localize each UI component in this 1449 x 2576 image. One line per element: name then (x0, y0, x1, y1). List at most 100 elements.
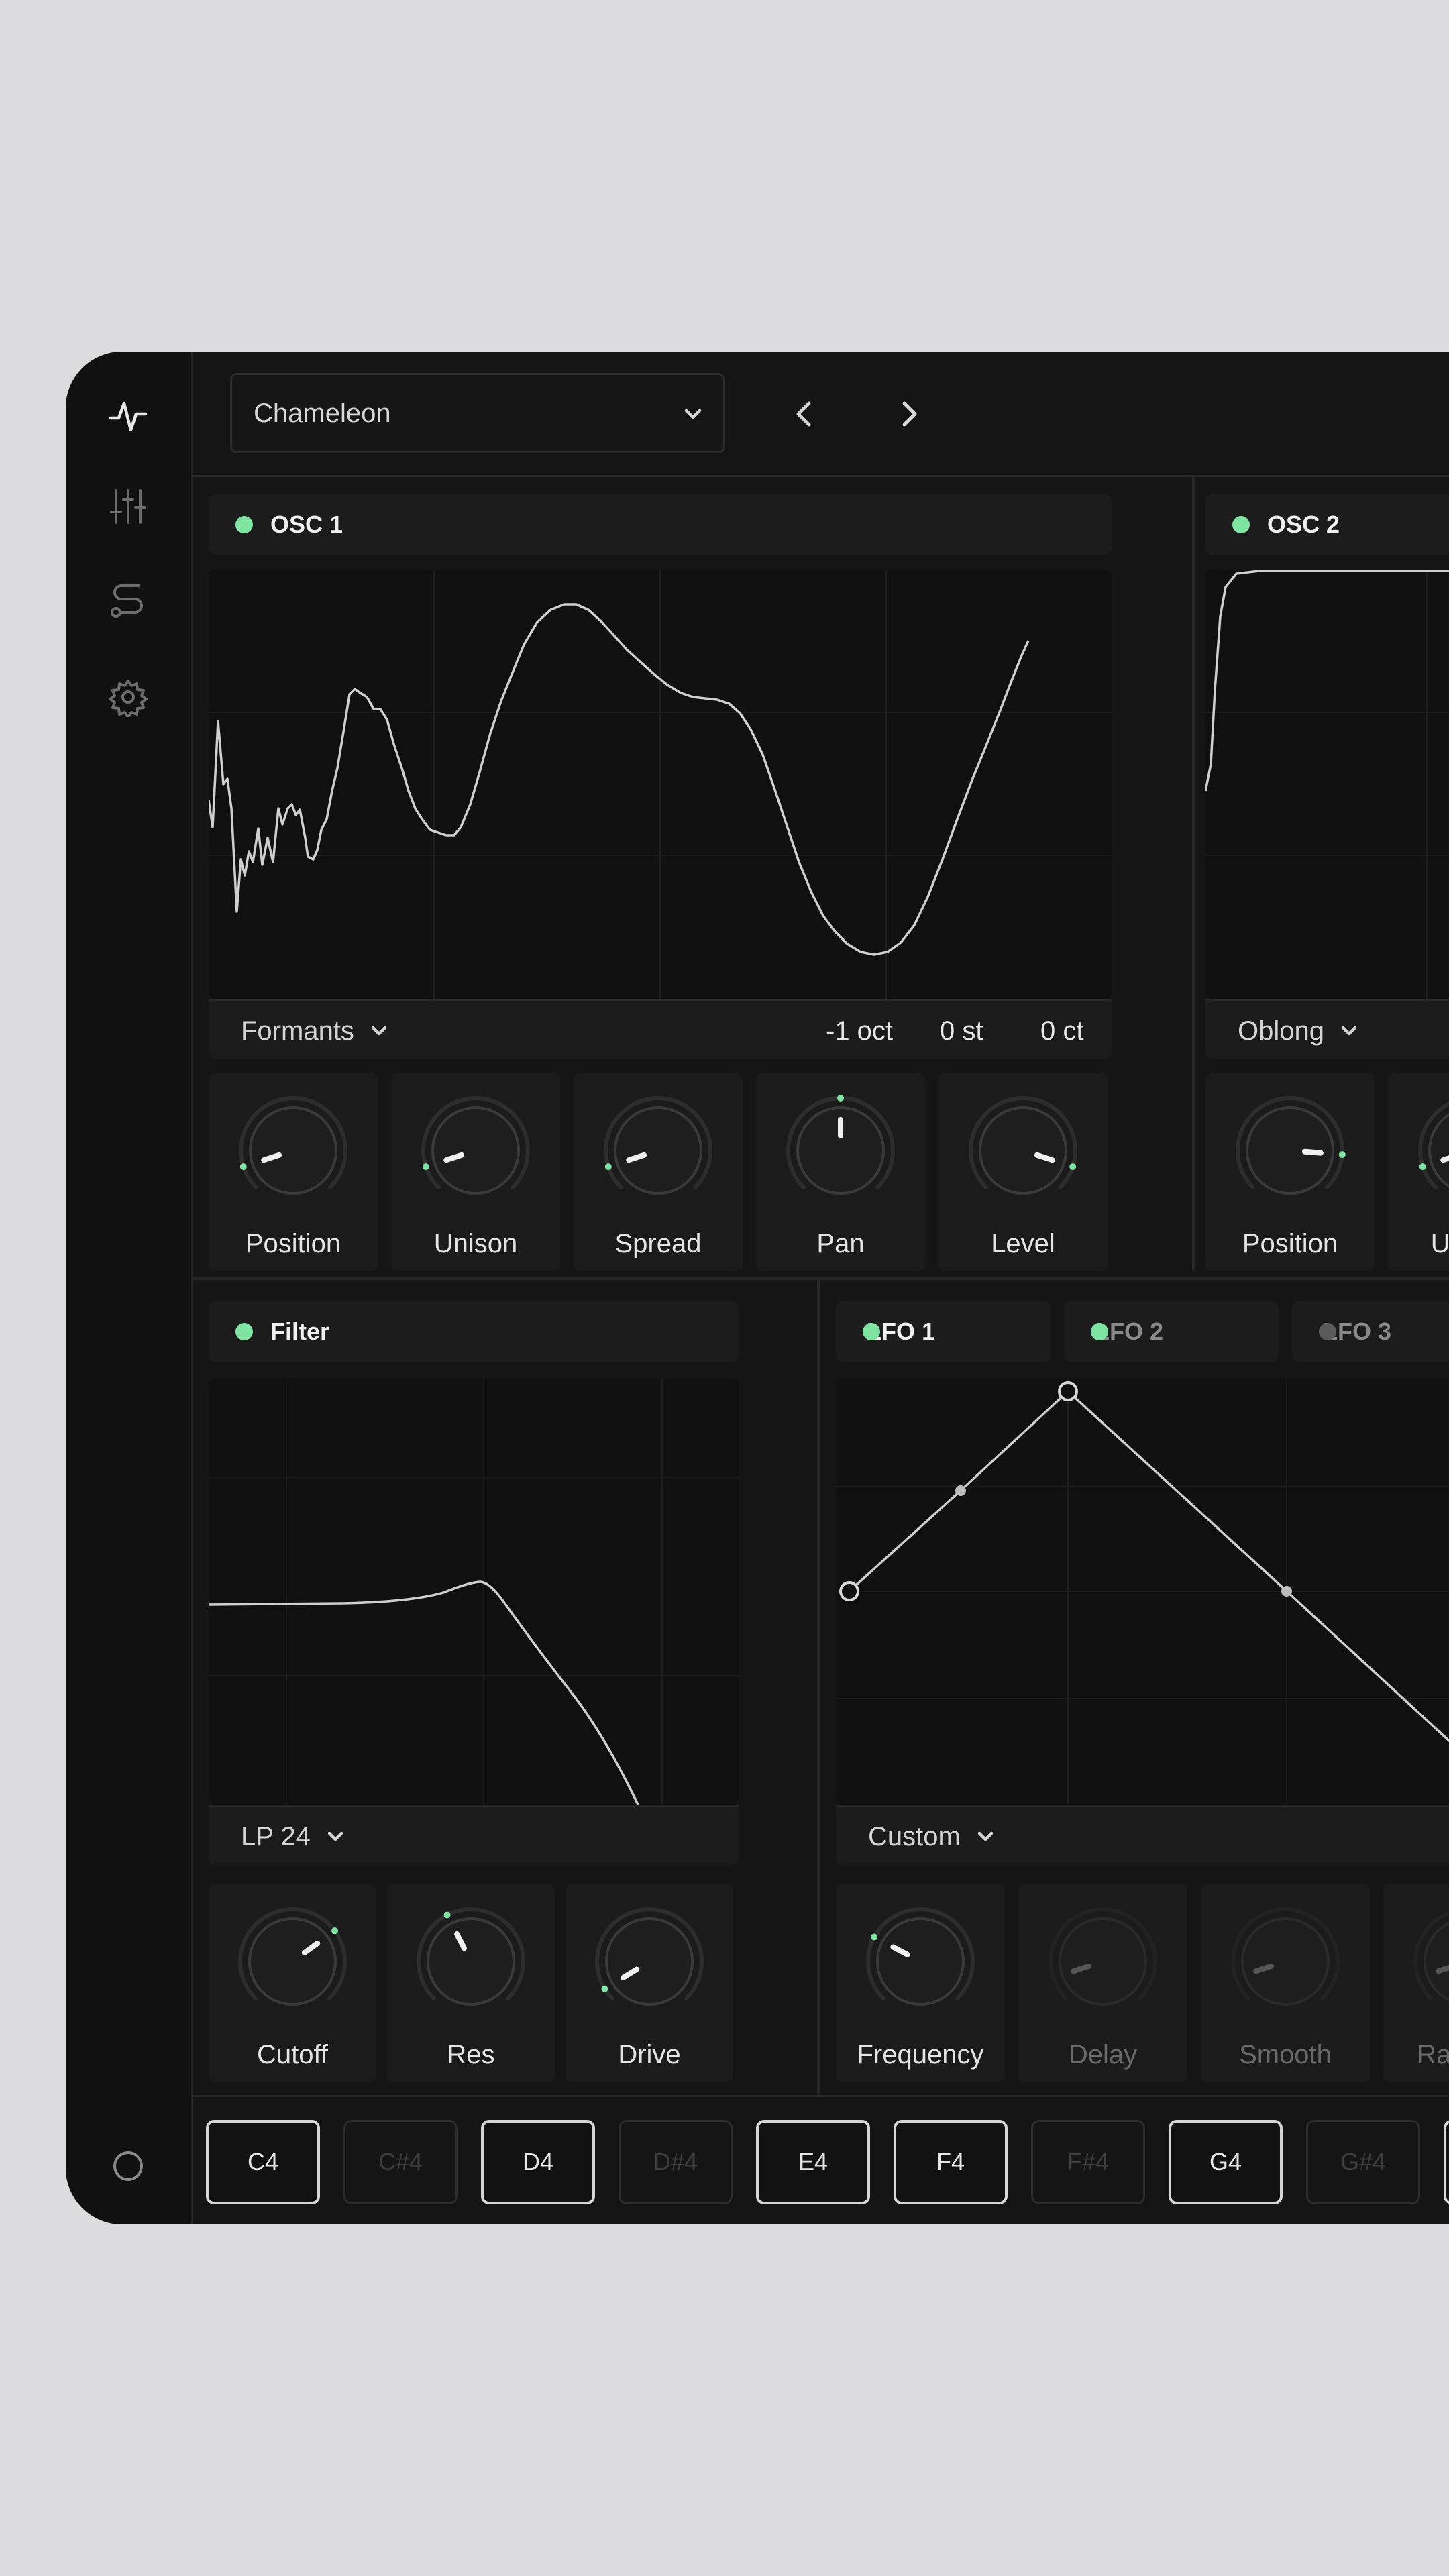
preset-name: Chameleon (254, 398, 391, 428)
filter-enabled-indicator[interactable] (235, 1323, 253, 1340)
osc2-header[interactable]: OSC 2 (1205, 494, 1449, 555)
previous-preset-button[interactable] (775, 384, 835, 444)
chevron-down-icon (977, 1831, 994, 1841)
osc2-waveform-display[interactable] (1205, 570, 1449, 999)
osc2-waveform-selector[interactable]: Oblong (1238, 1001, 1359, 1061)
circle-icon[interactable] (98, 2136, 158, 2196)
next-preset-button[interactable] (878, 384, 938, 444)
osc2-knob-position[interactable]: Position (1205, 1073, 1375, 1271)
chevron-down-icon (371, 1026, 387, 1036)
osc1-title: OSC 1 (270, 511, 343, 538)
chevron-down-icon (327, 1831, 343, 1841)
osc1-cents[interactable]: 0 ct (1040, 1001, 1083, 1061)
chevron-down-icon (684, 409, 702, 419)
osc1-knob-label: Spread (614, 1229, 702, 1258)
key-c-sharp4[interactable]: C#4 (343, 2120, 458, 2204)
note-keyboard: C4 C#4 D4 D#4 E4 F4 F#4 G4 G#4 (193, 2095, 1449, 2224)
osc1-control-strip: Formants -1 oct 0 st 0 ct (209, 999, 1112, 1059)
lfo-shape-editor[interactable] (836, 1378, 1449, 1805)
filter-title: Filter (270, 1318, 330, 1345)
filter-type-label: LP 24 (241, 1821, 311, 1851)
filter-knob-label: Cutoff (257, 2040, 328, 2070)
lfo-curve-handle[interactable] (955, 1485, 966, 1496)
side-rail (66, 352, 193, 2224)
osc1-knob-spread[interactable]: Spread (574, 1073, 743, 1271)
osc1-knob-label: Level (991, 1229, 1055, 1258)
osc1-waveform-display[interactable] (209, 570, 1112, 999)
osc1-knob-label: Position (245, 1229, 341, 1258)
sliders-icon[interactable] (98, 476, 158, 537)
chevron-left-icon (796, 401, 811, 427)
tab-lfo-1[interactable]: LFO 1 (836, 1301, 1051, 1362)
lfo-enabled-indicator (863, 1323, 880, 1340)
lfo-enabled-indicator (1091, 1323, 1108, 1340)
gear-icon[interactable] (98, 667, 158, 727)
lfo-knob-label: Smooth (1239, 2040, 1332, 2070)
filter-control-strip: LP 24 (209, 1805, 739, 1865)
osc2-control-strip: Oblong (1205, 999, 1449, 1059)
lfo-node[interactable] (839, 1581, 859, 1601)
key-d4[interactable]: D4 (481, 2120, 595, 2204)
key-g-sharp4[interactable]: G#4 (1306, 2120, 1420, 2204)
preset-dropdown[interactable]: Chameleon (230, 373, 725, 453)
filter-knob-label: Res (447, 2040, 495, 2070)
chevron-down-icon (1341, 1026, 1357, 1036)
filter-panel: Filter LP 24 Cutoff Res Drive (193, 1280, 817, 2095)
lfo-knob-label: Delay (1068, 2040, 1138, 2070)
top-bar: Chameleon (193, 352, 1449, 477)
osc1-waveform-label: Formants (241, 1016, 354, 1046)
osc1-semitone[interactable]: 0 st (940, 1001, 983, 1061)
osc1-knob-pan[interactable]: Pan (756, 1073, 925, 1271)
lfo-knob-delay[interactable]: Delay (1018, 1884, 1187, 2082)
filter-knob-cutoff[interactable]: Cutoff (209, 1884, 376, 2082)
osc1-knob-label: Pan (816, 1229, 865, 1258)
osc2-knob-label: Unison (1430, 1229, 1449, 1258)
osc1-octave[interactable]: -1 oct (826, 1001, 893, 1061)
lfo-shape-selector[interactable]: Custom (868, 1807, 996, 1867)
lfo-knob-frequency[interactable]: Frequency (836, 1884, 1005, 2082)
osc1-knob-level[interactable]: Level (938, 1073, 1108, 1271)
key-f4[interactable]: F4 (894, 2120, 1008, 2204)
key-e4[interactable]: E4 (756, 2120, 870, 2204)
key-c4[interactable]: C4 (206, 2120, 320, 2204)
osc2-knob-label: Position (1242, 1229, 1338, 1258)
synth-window: Chameleon OSC 1 Formants -1 oct 0 st 0 c… (66, 352, 1449, 2224)
osc1-panel: OSC 1 Formants -1 oct 0 st 0 ct Position… (193, 477, 1192, 1277)
osc1-knob-unison[interactable]: Unison (391, 1073, 560, 1271)
key-d-sharp4[interactable]: D#4 (619, 2120, 733, 2204)
lfo-knob-label: Random (1417, 2040, 1449, 2070)
osc1-header[interactable]: OSC 1 (209, 494, 1112, 555)
filter-knob-label: Drive (618, 2040, 681, 2070)
osc2-waveform-label: Oblong (1238, 1016, 1324, 1046)
filter-header[interactable]: Filter (209, 1301, 739, 1362)
lfo-panel: LFO 1 LFO 2 LFO 3 Custom Frequency Delay… (820, 1280, 1449, 2095)
lfo-enabled-indicator (1319, 1323, 1336, 1340)
lfo-knob-smooth[interactable]: Smooth (1201, 1884, 1370, 2082)
filter-knob-res[interactable]: Res (387, 1884, 555, 2082)
key-partial[interactable] (1444, 2120, 1449, 2204)
osc1-knob-position[interactable]: Position (209, 1073, 378, 1271)
lfo-knob-random[interactable]: Random (1383, 1884, 1449, 2082)
osc2-enabled-indicator[interactable] (1232, 516, 1250, 533)
main-area: Chameleon OSC 1 Formants -1 oct 0 st 0 c… (193, 352, 1449, 2224)
tab-lfo-3[interactable]: LFO 3 (1292, 1301, 1449, 1362)
key-g4[interactable]: G4 (1169, 2120, 1283, 2204)
routing-icon[interactable] (98, 572, 158, 632)
key-f-sharp4[interactable]: F#4 (1031, 2120, 1145, 2204)
osc1-waveform-selector[interactable]: Formants (241, 1001, 389, 1061)
lfo-curve-handle[interactable] (1281, 1586, 1292, 1597)
lfo-shape-label: Custom (868, 1821, 961, 1851)
filter-knob-drive[interactable]: Drive (566, 1884, 733, 2082)
lfo-control-strip: Custom (836, 1805, 1449, 1865)
tab-lfo-2[interactable]: LFO 2 (1064, 1301, 1279, 1362)
filter-response-display[interactable] (209, 1378, 739, 1805)
chevron-right-icon (902, 401, 917, 427)
osc1-knob-label: Unison (433, 1229, 518, 1258)
lfo-node[interactable] (1058, 1381, 1078, 1401)
filter-type-selector[interactable]: LP 24 (241, 1807, 345, 1867)
osc2-panel: OSC 2 Oblong Position Unison (1195, 477, 1449, 1277)
osc2-knob-unison[interactable]: Unison (1388, 1073, 1449, 1271)
osc1-enabled-indicator[interactable] (235, 516, 253, 533)
waveform-icon[interactable] (98, 386, 158, 447)
lfo-knob-label: Frequency (857, 2040, 984, 2070)
